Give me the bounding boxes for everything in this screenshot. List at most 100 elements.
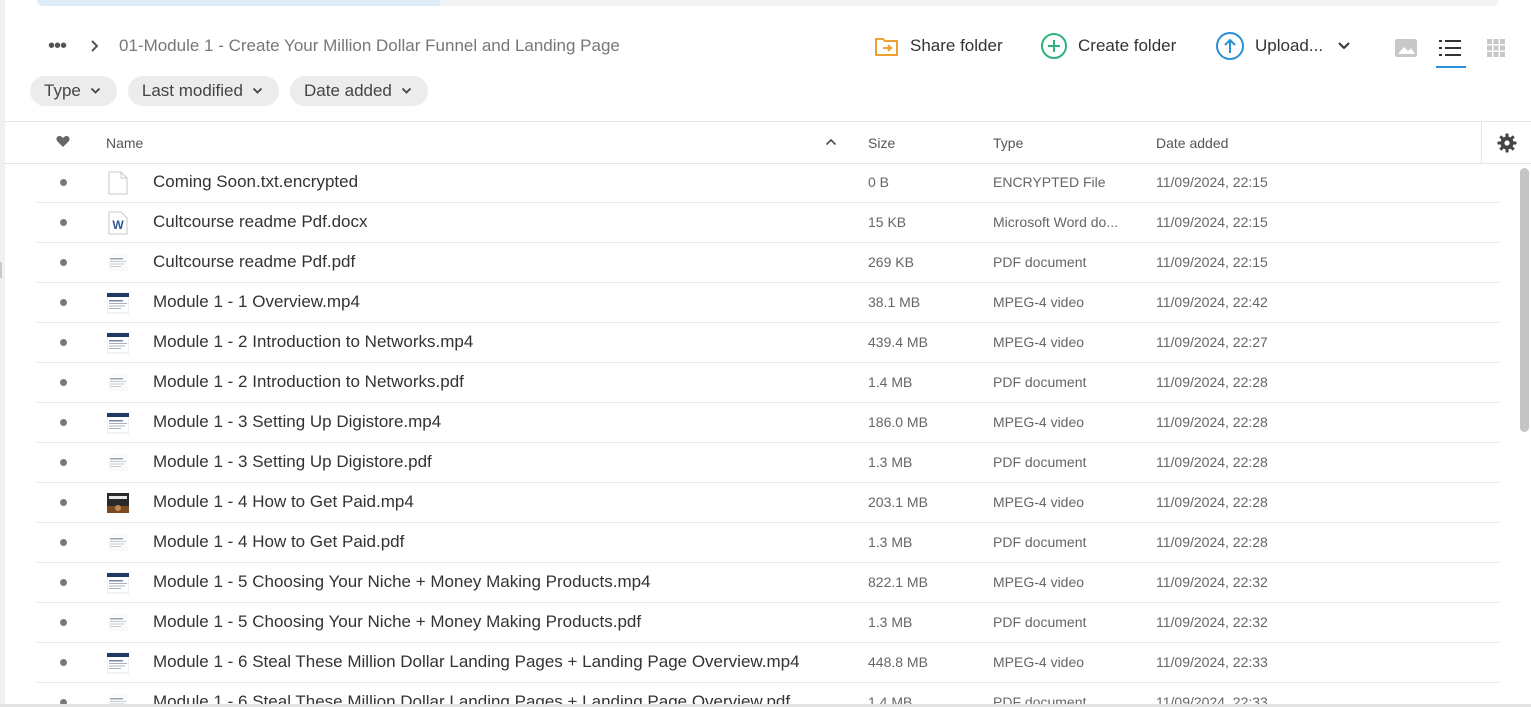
word-file-icon: W xyxy=(107,211,129,235)
row-favorite-dot[interactable] xyxy=(60,619,67,626)
file-name[interactable]: Module 1 - 2 Introduction to Networks.pd… xyxy=(153,372,464,392)
file-type: PDF document xyxy=(993,534,1087,550)
file-name[interactable]: Module 1 - 4 How to Get Paid.mp4 xyxy=(153,492,414,512)
row-favorite-dot[interactable] xyxy=(60,419,67,426)
column-header-type[interactable]: Type xyxy=(993,135,1023,151)
table-row[interactable]: Module 1 - 4 How to Get Paid.pdf 1.3 MB PD… xyxy=(37,523,1499,563)
file-name[interactable]: Cultcourse readme Pdf.docx xyxy=(153,212,368,232)
file-name[interactable]: Module 1 - 3 Setting Up Digistore.mp4 xyxy=(153,412,441,432)
table-row[interactable]: Cultcourse readme Pdf.pdf 269 KB PDF docum… xyxy=(37,243,1499,283)
table-row[interactable]: Module 1 - 3 Setting Up Digistore.pdf 1.3… xyxy=(37,443,1499,483)
column-header-name[interactable]: Name xyxy=(106,135,143,151)
file-size: 203.1 MB xyxy=(868,494,928,510)
filter-date-added-label: Date added xyxy=(303,81,392,100)
create-folder-button[interactable]: Create folder xyxy=(1040,32,1176,60)
file-size: 186.0 MB xyxy=(868,414,928,430)
file-date-added: 11/09/2024, 22:15 xyxy=(1156,254,1268,270)
table-row[interactable]: Module 1 - 2 Introduction to Networks.pd… xyxy=(37,363,1499,403)
filter-last-modified[interactable]: Last modified xyxy=(127,76,279,106)
table-row[interactable]: Module 1 - 4 How to Get Paid.mp4 203.1 MB… xyxy=(37,483,1499,523)
file-type: PDF document xyxy=(993,254,1087,270)
top-progress-fill xyxy=(37,0,440,6)
upload-label: Upload... xyxy=(1255,36,1324,55)
share-folder-icon xyxy=(875,38,898,56)
chevron-down-icon xyxy=(401,87,412,94)
breadcrumb-more-button[interactable]: ••• xyxy=(48,36,67,56)
svg-text:W: W xyxy=(112,218,124,232)
filter-date-added[interactable]: Date added xyxy=(289,76,428,106)
file-date-added: 11/09/2024, 22:28 xyxy=(1156,494,1268,510)
file-name[interactable]: Module 1 - 6 Steal These Million Dollar … xyxy=(153,652,800,672)
file-name[interactable]: Module 1 - 1 Overview.mp4 xyxy=(153,292,360,312)
row-favorite-dot[interactable] xyxy=(60,299,67,306)
column-settings-button[interactable] xyxy=(1481,121,1531,164)
chevron-down-icon xyxy=(90,87,100,94)
file-name[interactable]: Coming Soon.txt.encrypted xyxy=(153,172,358,192)
file-type: MPEG-4 video xyxy=(993,494,1085,510)
table-row[interactable]: Module 1 - 3 Setting Up Digistore.mp4 186… xyxy=(37,403,1499,443)
table-row[interactable]: Module 1 - 5 Choosing Your Niche + Money… xyxy=(37,563,1499,603)
upload-button[interactable]: Upload... xyxy=(1215,32,1351,60)
file-name[interactable]: Module 1 - 5 Choosing Your Niche + Money… xyxy=(153,612,641,632)
row-favorite-dot[interactable] xyxy=(60,339,67,346)
file-type: MPEG-4 video xyxy=(993,294,1085,310)
row-favorite-dot[interactable] xyxy=(60,539,67,546)
vertical-scrollbar[interactable] xyxy=(1520,168,1529,432)
heart-icon[interactable] xyxy=(56,135,70,148)
table-row[interactable]: Module 1 - 5 Choosing Your Niche + Money… xyxy=(37,603,1499,643)
sort-ascending-icon[interactable] xyxy=(825,137,837,147)
thumbnail-view-button[interactable] xyxy=(1392,34,1420,62)
file-size: 822.1 MB xyxy=(868,574,928,590)
table-row[interactable]: Module 1 - 1 Overview.mp4 38.1 MB MPEG-4 v… xyxy=(37,283,1499,323)
active-view-indicator xyxy=(1436,66,1466,68)
share-folder-label: Share folder xyxy=(910,36,1003,55)
share-folder-button[interactable]: Share folder xyxy=(874,32,1003,60)
table-row[interactable]: Module 1 - 2 Introduction to Networks.mp… xyxy=(37,323,1499,363)
file-name[interactable]: Module 1 - 2 Introduction to Networks.mp… xyxy=(153,332,473,352)
row-favorite-dot[interactable] xyxy=(60,659,67,666)
file-type: MPEG-4 video xyxy=(993,654,1085,670)
chevron-right-icon xyxy=(91,40,99,52)
list-view-button[interactable] xyxy=(1436,34,1466,68)
grid-icon xyxy=(1487,39,1505,57)
file-date-added: 11/09/2024, 22:33 xyxy=(1156,654,1268,670)
file-size: 269 KB xyxy=(868,254,914,270)
table-row[interactable]: Module 1 - 6 Steal These Million Dollar … xyxy=(37,643,1499,683)
pdf-thumbnail-icon xyxy=(107,251,129,275)
video-thumbnail-icon xyxy=(106,331,130,355)
file-size: 439.4 MB xyxy=(868,334,928,350)
pdf-thumbnail-icon xyxy=(107,611,129,635)
video-thumbnail-icon xyxy=(106,411,130,435)
table-row[interactable]: Coming Soon.txt.encrypted 0 B ENCRYPTED Fi… xyxy=(37,163,1499,203)
chevron-down-icon xyxy=(252,87,263,94)
file-name[interactable]: Module 1 - 4 How to Get Paid.pdf xyxy=(153,532,404,552)
video-thumbnail-icon xyxy=(106,651,130,675)
breadcrumb-current-folder: 01-Module 1 - Create Your Million Dollar… xyxy=(119,36,620,55)
file-name[interactable]: Module 1 - 3 Setting Up Digistore.pdf xyxy=(153,452,432,472)
row-favorite-dot[interactable] xyxy=(60,579,67,586)
file-date-added: 11/09/2024, 22:28 xyxy=(1156,414,1268,430)
row-favorite-dot[interactable] xyxy=(60,179,67,186)
file-date-added: 11/09/2024, 22:15 xyxy=(1156,174,1268,190)
filter-last-modified-label: Last modified xyxy=(141,81,243,100)
row-favorite-dot[interactable] xyxy=(60,219,67,226)
column-header-size[interactable]: Size xyxy=(868,135,895,151)
row-favorite-dot[interactable] xyxy=(60,259,67,266)
create-folder-label: Create folder xyxy=(1078,36,1177,55)
row-favorite-dot[interactable] xyxy=(60,459,67,466)
file-date-added: 11/09/2024, 22:28 xyxy=(1156,454,1268,470)
column-header-date-added[interactable]: Date added xyxy=(1156,135,1228,151)
filter-type[interactable]: Type xyxy=(30,76,117,106)
chevron-down-icon[interactable] xyxy=(1337,41,1351,51)
gear-icon xyxy=(1497,133,1516,152)
left-edge-handle[interactable] xyxy=(0,262,2,278)
file-name[interactable]: Cultcourse readme Pdf.pdf xyxy=(153,252,355,272)
grid-view-button[interactable] xyxy=(1482,34,1510,62)
table-row[interactable]: W Cultcourse readme Pdf.docx 15 KB Microsof… xyxy=(37,203,1499,243)
video-thumbnail-icon xyxy=(106,571,130,595)
row-favorite-dot[interactable] xyxy=(60,379,67,386)
row-favorite-dot[interactable] xyxy=(60,499,67,506)
file-name[interactable]: Module 1 - 5 Choosing Your Niche + Money… xyxy=(153,572,651,592)
file-type: MPEG-4 video xyxy=(993,414,1085,430)
file-size: 15 KB xyxy=(868,214,907,230)
